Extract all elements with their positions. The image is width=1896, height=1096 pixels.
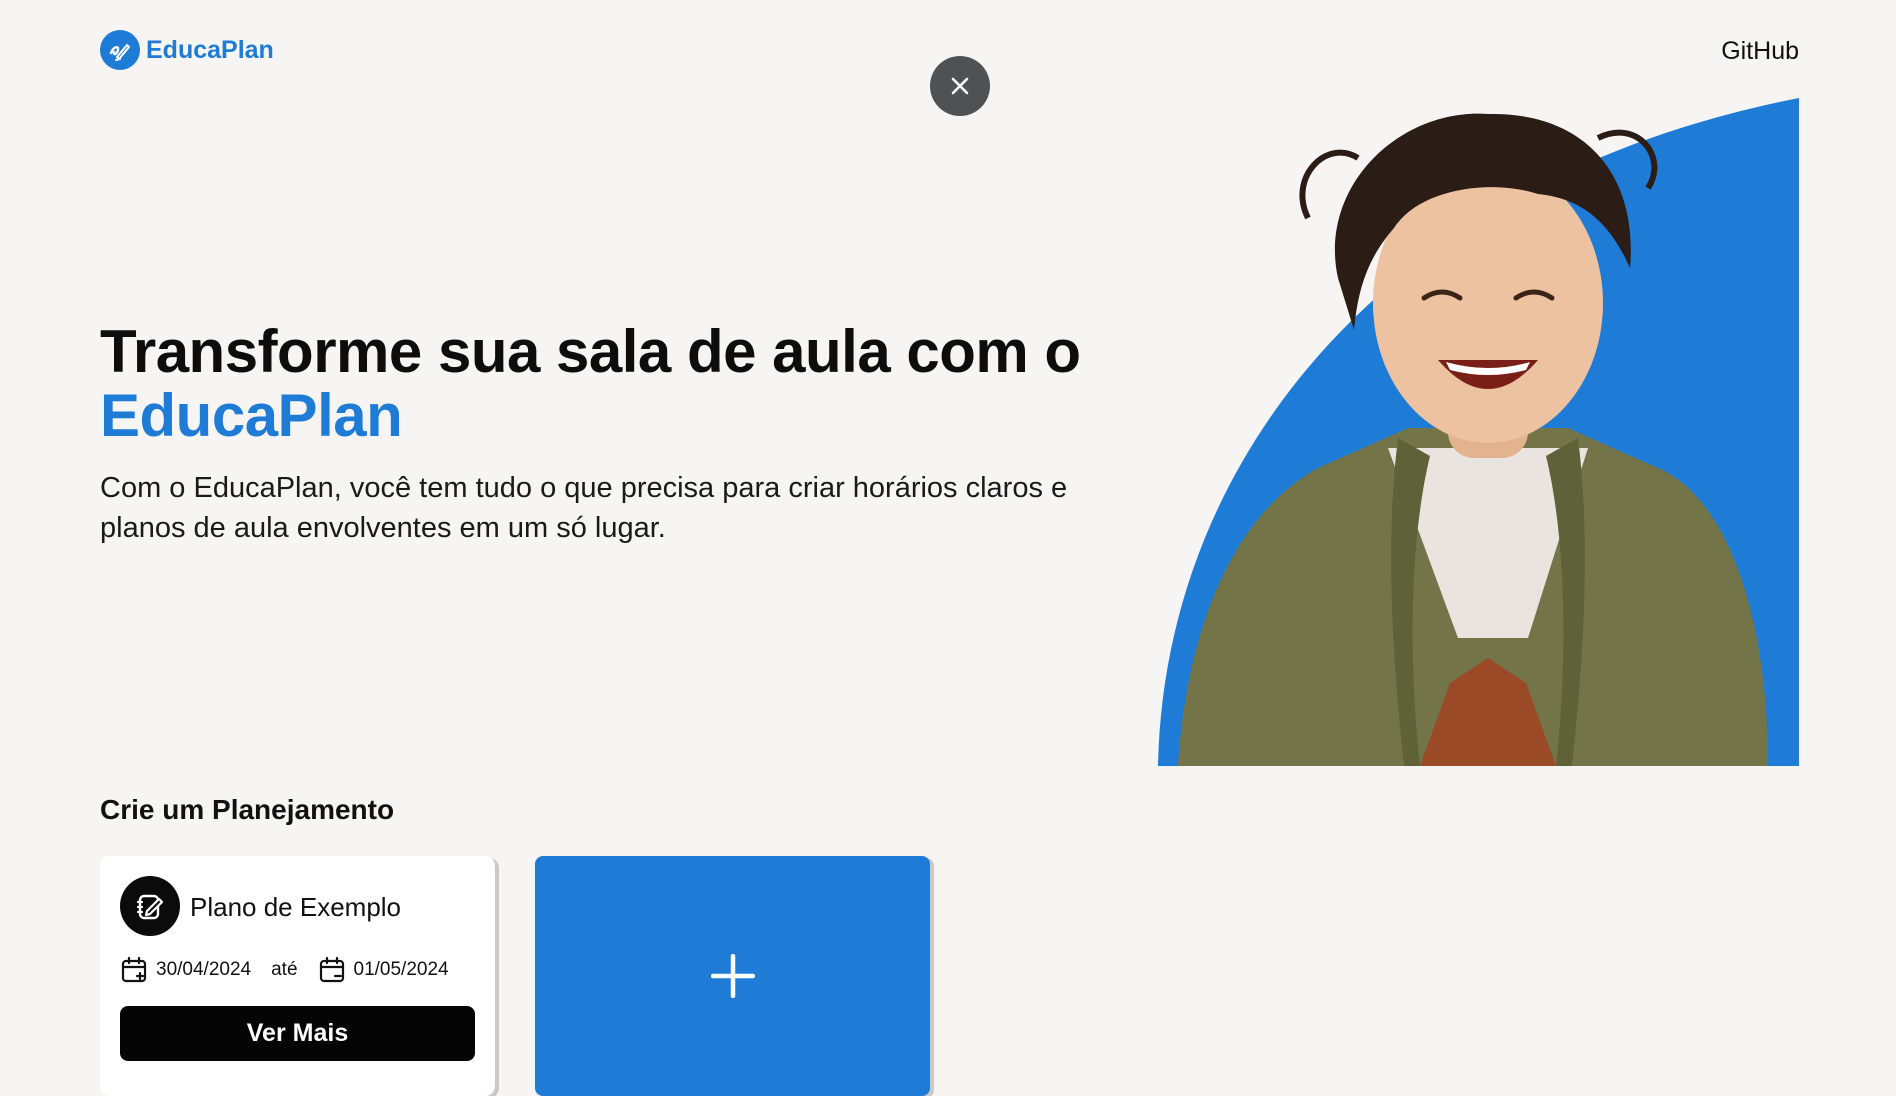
hero-title: Transforme sua sala de aula com o EducaP… [100,320,1081,448]
logo-link[interactable]: EducaPlan [100,30,274,70]
logo-text: EducaPlan [146,35,274,64]
plan-date-separator: até [271,959,298,980]
hero-image [1158,98,1799,766]
add-plan-button[interactable] [535,856,930,1096]
plan-date-range: 30/04/2024 até 01/05/2024 [120,956,449,984]
close-button[interactable] [930,56,990,116]
edit-note-icon [120,876,180,936]
section-title: Crie um Planejamento [100,794,395,825]
plan-card: Plano de Exemplo 30/04/2024 até 01/05/20… [100,856,495,1096]
hero-title-brand: EducaPlan [100,382,403,449]
github-link[interactable]: GitHub [1721,37,1799,66]
plan-name: Plano de Exemplo [190,892,402,922]
close-icon [950,76,970,96]
hero-description: Com o EducaPlan, você tem tudo o que pre… [100,472,1068,544]
plus-icon [710,954,755,998]
calendar-plus-icon [120,956,148,984]
educaplan-logo-icon [100,30,140,70]
hero-title-text: Transforme sua sala de aula com o [100,318,1081,385]
view-more-button[interactable]: Ver Mais [120,1006,475,1061]
plan-end-date: 01/05/2024 [353,959,449,980]
calendar-minus-icon [318,956,346,984]
plan-start-date: 30/04/2024 [156,959,252,980]
